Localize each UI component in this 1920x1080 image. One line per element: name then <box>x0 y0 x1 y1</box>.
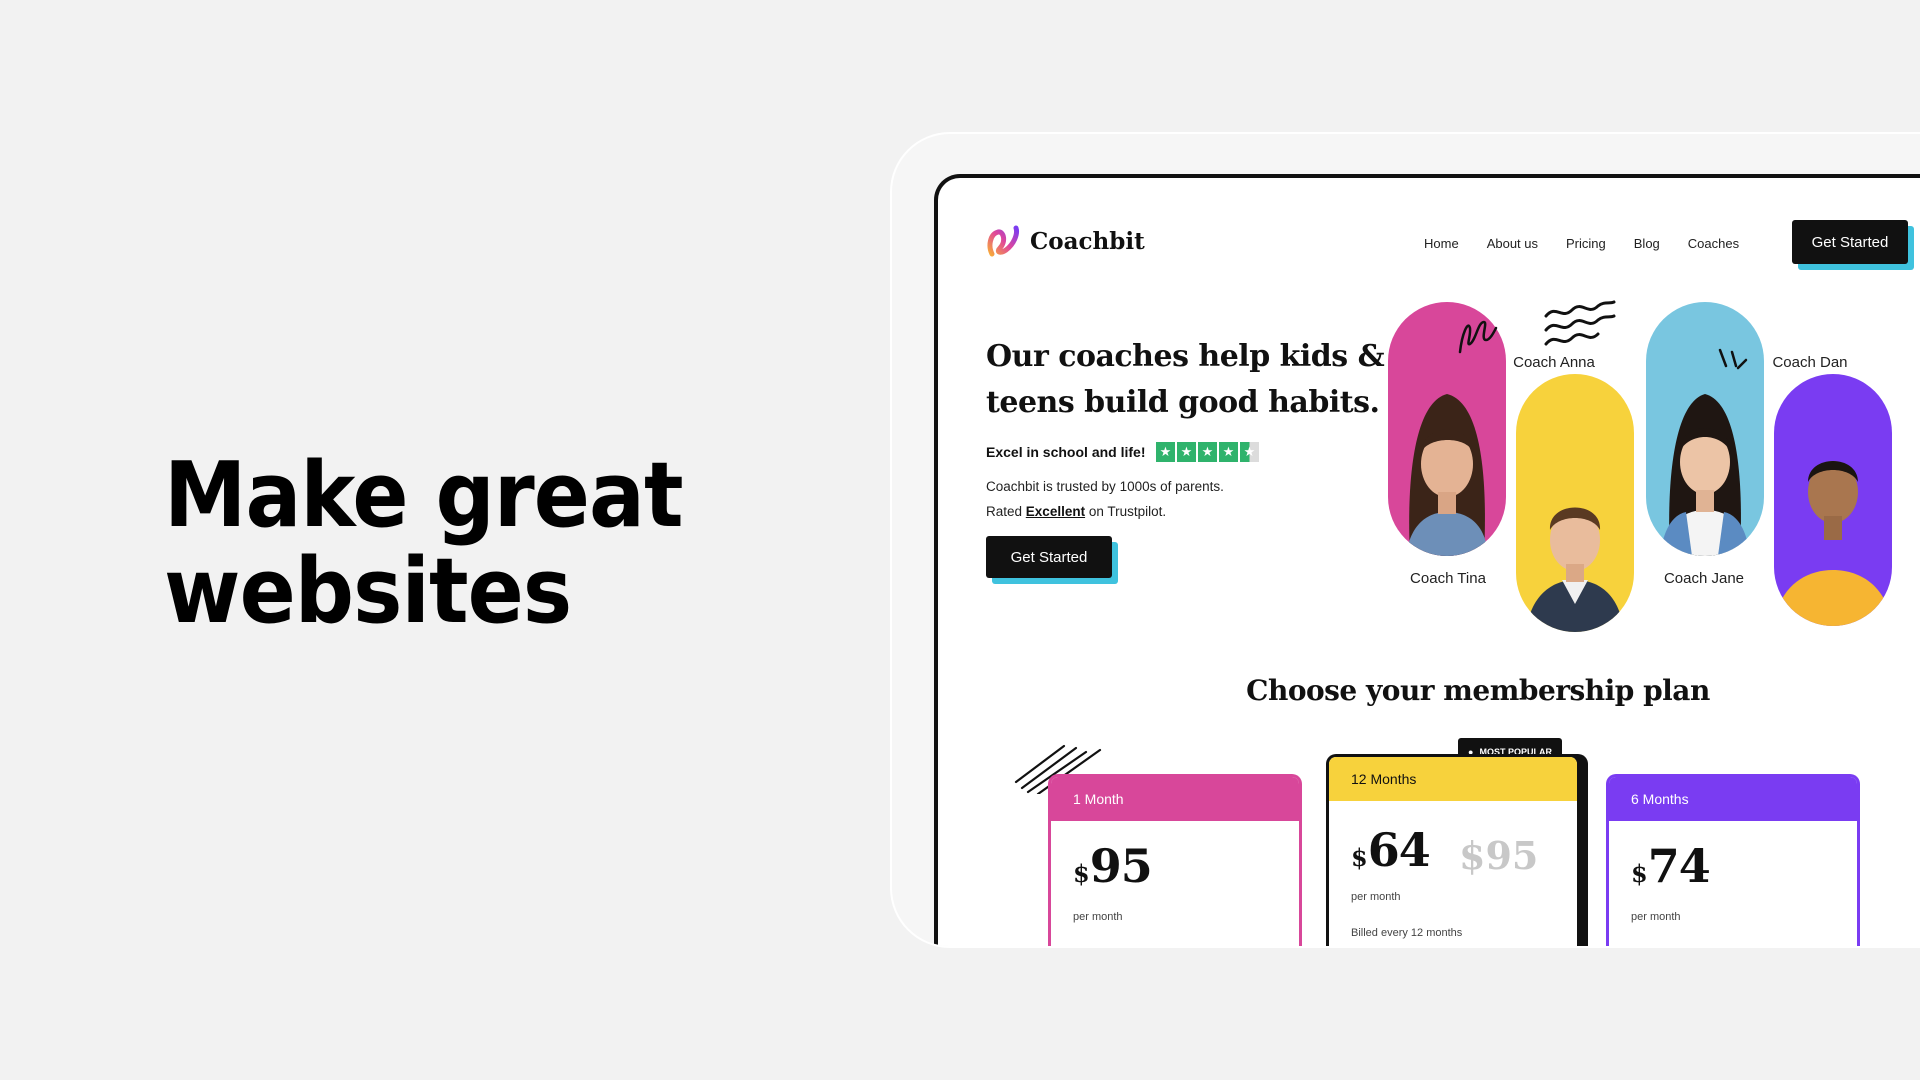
coach-jane-name: Coach Jane <box>1663 570 1745 587</box>
nav-get-started-button[interactable]: Get Started <box>1792 220 1908 264</box>
hero-subtitle: Excel in school and life! <box>986 444 1146 460</box>
person-illustration <box>1526 507 1624 632</box>
logo-icon <box>987 225 1019 257</box>
star-icon: ★ <box>1177 442 1196 462</box>
star-icon: ★ <box>1219 442 1238 462</box>
nav-coaches[interactable]: Coaches <box>1688 236 1739 251</box>
plan-name: 1 Month <box>1051 777 1299 821</box>
plan-period: per month <box>1073 911 1123 923</box>
trust-line: Coachbit is trusted by 1000s of parents. <box>986 479 1224 494</box>
star-icon: ★ <box>1198 442 1217 462</box>
coach-jane-photo <box>1646 302 1764 556</box>
plans-title: Choose your membership plan <box>1246 674 1710 707</box>
hero-get-started-button[interactable]: Get Started <box>986 536 1112 578</box>
rated-prefix: Rated <box>986 504 1023 519</box>
preview-frame: Coachbit Home About us Pricing Blog Coac… <box>890 132 1920 948</box>
headline-line-2: websites <box>164 539 572 644</box>
coach-dan-name: Coach Dan <box>1772 354 1848 371</box>
nav-home[interactable]: Home <box>1424 236 1459 251</box>
logo-text: Coachbit <box>1030 227 1145 255</box>
wave-decoration-icon <box>1544 300 1616 346</box>
person-illustration <box>1774 461 1892 626</box>
site-logo[interactable]: Coachbit <box>986 224 1145 258</box>
rating-line: Rated Excellent on Trustpilot. <box>986 499 1224 524</box>
plan-period: per month <box>1631 911 1681 923</box>
currency-symbol: $ <box>1351 843 1368 872</box>
plan-billing-note: Billed every 12 months <box>1351 927 1463 939</box>
person-illustration <box>1660 394 1750 556</box>
coach-tina-name: Coach Tina <box>1410 570 1486 587</box>
trustpilot-rating: ★ ★ ★ ★ ★ <box>1156 442 1259 462</box>
plan-price: $95 <box>1073 839 1153 893</box>
price-value: 74 <box>1647 839 1711 893</box>
coach-anna-photo <box>1516 374 1634 632</box>
rated-excellent-link[interactable]: Excellent <box>1026 504 1085 519</box>
squiggle-decoration-icon <box>1458 320 1498 354</box>
currency-symbol: $ <box>1073 859 1090 888</box>
plan-price: $64 <box>1351 823 1431 877</box>
price-value: 64 <box>1367 823 1431 877</box>
plan-name: 12 Months <box>1329 757 1577 801</box>
nav-pricing[interactable]: Pricing <box>1566 236 1606 251</box>
website-preview: Coachbit Home About us Pricing Blog Coac… <box>934 174 1920 946</box>
coach-dan-photo <box>1774 374 1892 626</box>
trust-text: Coachbit is trusted by 1000s of parents.… <box>986 474 1224 524</box>
old-price: $95 <box>1459 833 1539 878</box>
currency-symbol: $ <box>1631 859 1648 888</box>
headline-line-1: Make great <box>164 443 684 548</box>
site-nav: Home About us Pricing Blog Coaches <box>1424 236 1739 251</box>
nav-blog[interactable]: Blog <box>1634 236 1660 251</box>
plan-name: 6 Months <box>1609 777 1857 821</box>
nav-about[interactable]: About us <box>1487 236 1538 251</box>
rated-suffix: on Trustpilot. <box>1088 504 1167 519</box>
hero-title: Our coaches help kids & teens build good… <box>986 339 1385 420</box>
plan-price: $74 <box>1631 839 1711 893</box>
plan-card-6-months[interactable]: 6 Months $74 per month <box>1606 774 1860 946</box>
coach-anna-name: Coach Anna <box>1513 354 1595 371</box>
hero-headline: Make great websites <box>164 443 684 644</box>
star-icon: ★ <box>1156 442 1175 462</box>
plan-card-12-months[interactable]: 12 Months $64 $95 per month Billed every… <box>1326 754 1580 946</box>
half-star-icon: ★ <box>1240 442 1259 462</box>
plan-card-1-month[interactable]: 1 Month $95 per month <box>1048 774 1302 946</box>
price-value: 95 <box>1089 839 1153 893</box>
plan-period: per month <box>1351 891 1401 903</box>
